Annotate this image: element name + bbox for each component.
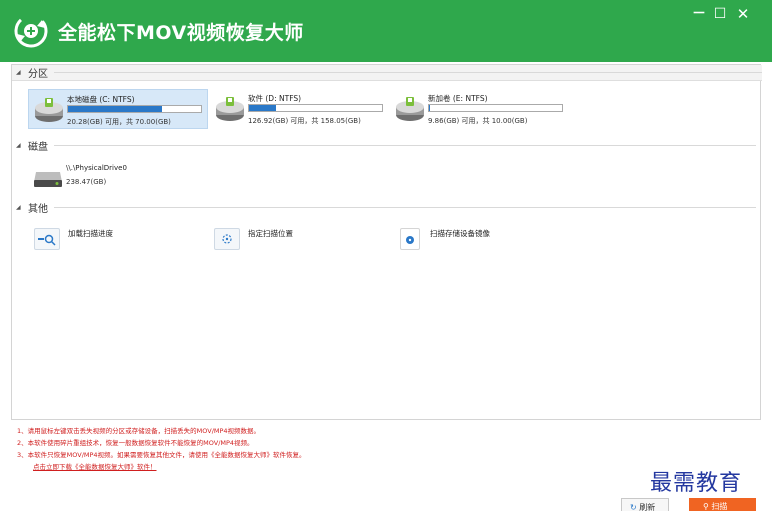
scan-label: 扫描 xyxy=(711,502,728,511)
section-disk[interactable]: ◢ 磁盘 xyxy=(16,138,756,153)
partition-size: 126.92(GB) 可用，共 158.05(GB) xyxy=(248,117,361,125)
usage-fill xyxy=(429,105,431,111)
section-other-label: 其他 xyxy=(28,203,48,215)
section-disk-label: 磁盘 xyxy=(28,141,48,153)
tool-label: 扫描存储设备镜像 xyxy=(430,229,490,238)
close-button[interactable]: ✕ xyxy=(734,6,752,22)
specify-scan-location-button[interactable]: 指定扫描位置 xyxy=(214,225,364,255)
target-location-icon xyxy=(214,228,240,250)
image-file-icon xyxy=(400,228,420,250)
collapse-arrow-icon[interactable]: ◢ xyxy=(16,204,28,211)
minimize-button[interactable]: － xyxy=(690,6,708,22)
title-bar: 全能松下MOV视频恢复大师 － ☐ ✕ xyxy=(0,0,772,62)
watermark: 最需教育 xyxy=(650,471,743,496)
divider xyxy=(54,206,756,208)
partition-name: 本地磁盘 (C: NTFS) xyxy=(67,95,135,104)
scan-device-image-button[interactable]: 扫描存储设备镜像 xyxy=(396,225,556,255)
collapse-arrow-icon[interactable]: ◢ xyxy=(16,142,28,149)
load-scan-icon xyxy=(34,228,60,250)
app-title: 全能松下MOV视频恢复大师 xyxy=(58,22,304,44)
collapse-arrow-icon[interactable]: ◢ xyxy=(16,69,28,76)
download-link[interactable]: 点击立即下载《全能数据恢复大师》软件！ xyxy=(33,461,617,473)
partition-item-c[interactable]: 本地磁盘 (C: NTFS) 20.28(GB) 可用，共 70.00(GB) xyxy=(28,89,208,129)
refresh-icon: ↻ xyxy=(630,503,637,511)
section-other[interactable]: ◢ 其他 xyxy=(16,200,756,215)
disk-size: 238.47(GB) xyxy=(66,178,107,186)
divider xyxy=(54,72,762,73)
drive-icon xyxy=(35,98,63,122)
section-partition-label: 分区 xyxy=(28,69,48,80)
section-partition[interactable]: ◢ 分区 xyxy=(12,65,762,81)
usage-bar xyxy=(67,105,202,113)
usage-bar xyxy=(248,104,383,112)
partition-item-d[interactable]: 软件 (D: NTFS) 126.92(GB) 可用，共 158.05(GB) xyxy=(210,89,390,129)
tool-label: 加载扫描进度 xyxy=(68,229,113,238)
partition-item-e[interactable]: 新加卷 (E: NTFS) 9.86(GB) 可用，共 10.00(GB) xyxy=(390,89,570,129)
drive-icon xyxy=(216,97,244,121)
app-logo-icon xyxy=(14,14,48,48)
usage-fill xyxy=(249,105,276,111)
partition-size: 9.86(GB) 可用，共 10.00(GB) xyxy=(428,117,528,125)
load-scan-progress-button[interactable]: 加载扫描进度 xyxy=(34,225,184,255)
disk-item[interactable]: \\.\PhysicalDrive0 238.47(GB) xyxy=(28,156,208,196)
usage-notes: 1、请用鼠标左键双击丢失视频的分区或存储设备，扫描丢失的MOV/MP4视频数据。… xyxy=(17,425,617,473)
maximize-button[interactable]: ☐ xyxy=(711,6,729,22)
search-icon: ⚲ xyxy=(703,502,709,511)
divider xyxy=(54,144,756,146)
usage-fill xyxy=(68,106,163,112)
note-line: 2、本软件使用碎片重组技术，恢复一般数据恢复软件不能恢复的MOV/MP4视频。 xyxy=(17,439,254,447)
note-line: 3、本软件只恢复MOV/MP4视频。如果需要恢复其他文件，请使用《全能数据恢复大… xyxy=(17,451,306,459)
hard-disk-icon xyxy=(34,172,62,187)
disk-name: \\.\PhysicalDrive0 xyxy=(66,164,127,172)
partition-size: 20.28(GB) 可用，共 70.00(GB) xyxy=(67,118,171,126)
drive-icon xyxy=(396,97,424,121)
scan-button[interactable]: ⚲ 扫描 xyxy=(689,498,756,511)
usage-bar xyxy=(428,104,563,112)
tool-label: 指定扫描位置 xyxy=(248,229,293,238)
note-line: 1、请用鼠标左键双击丢失视频的分区或存储设备，扫描丢失的MOV/MP4视频数据。 xyxy=(17,427,261,435)
device-panel: ◢ 分区 本地磁盘 (C: NTFS) 20.28(GB) 可用，共 70.00… xyxy=(11,64,762,420)
partition-name: 新加卷 (E: NTFS) xyxy=(428,94,488,103)
refresh-button[interactable]: ↻ 刷新 xyxy=(621,498,669,511)
refresh-label: 刷新 xyxy=(639,503,656,511)
partition-name: 软件 (D: NTFS) xyxy=(248,94,302,103)
